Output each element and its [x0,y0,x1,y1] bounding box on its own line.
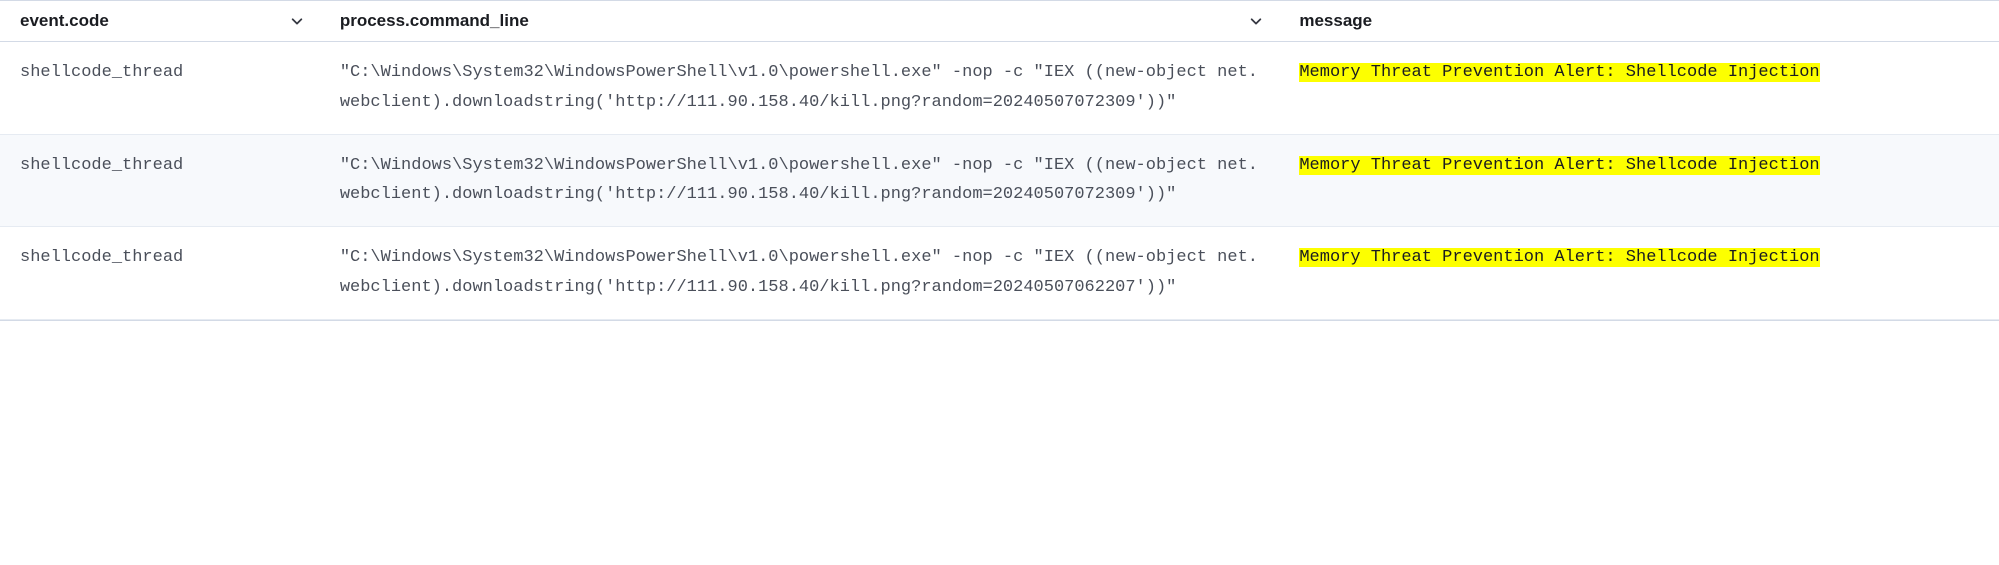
cell-event-code: shellcode_thread [0,134,320,227]
column-header-command-line[interactable]: process.command_line [320,1,1280,42]
chevron-down-icon[interactable] [1249,14,1263,28]
table-row: shellcode_thread "C:\Windows\System32\Wi… [0,42,1999,135]
table-row: shellcode_thread "C:\Windows\System32\Wi… [0,134,1999,227]
cell-command-line: "C:\Windows\System32\WindowsPowerShell\v… [320,134,1280,227]
cell-message: Memory Threat Prevention Alert: Shellcod… [1279,42,1999,135]
highlighted-text: Memory Threat Prevention Alert: Shellcod… [1299,63,1819,82]
cell-event-code: shellcode_thread [0,227,320,320]
column-label: event.code [20,11,109,31]
cell-command-line: "C:\Windows\System32\WindowsPowerShell\v… [320,42,1280,135]
column-header-message[interactable]: message [1279,1,1999,42]
chevron-down-icon[interactable] [290,14,304,28]
table-body: shellcode_thread "C:\Windows\System32\Wi… [0,42,1999,320]
data-table: event.code process.command_line message [0,0,1999,320]
highlighted-text: Memory Threat Prevention Alert: Shellcod… [1299,156,1819,175]
cell-message: Memory Threat Prevention Alert: Shellcod… [1279,227,1999,320]
highlighted-text: Memory Threat Prevention Alert: Shellcod… [1299,248,1819,267]
column-header-event-code[interactable]: event.code [0,1,320,42]
column-label: process.command_line [340,11,529,31]
cell-event-code: shellcode_thread [0,42,320,135]
table-row: shellcode_thread "C:\Windows\System32\Wi… [0,227,1999,320]
table-header-row: event.code process.command_line message [0,1,1999,42]
column-label: message [1299,11,1372,31]
cell-command-line: "C:\Windows\System32\WindowsPowerShell\v… [320,227,1280,320]
cell-message: Memory Threat Prevention Alert: Shellcod… [1279,134,1999,227]
